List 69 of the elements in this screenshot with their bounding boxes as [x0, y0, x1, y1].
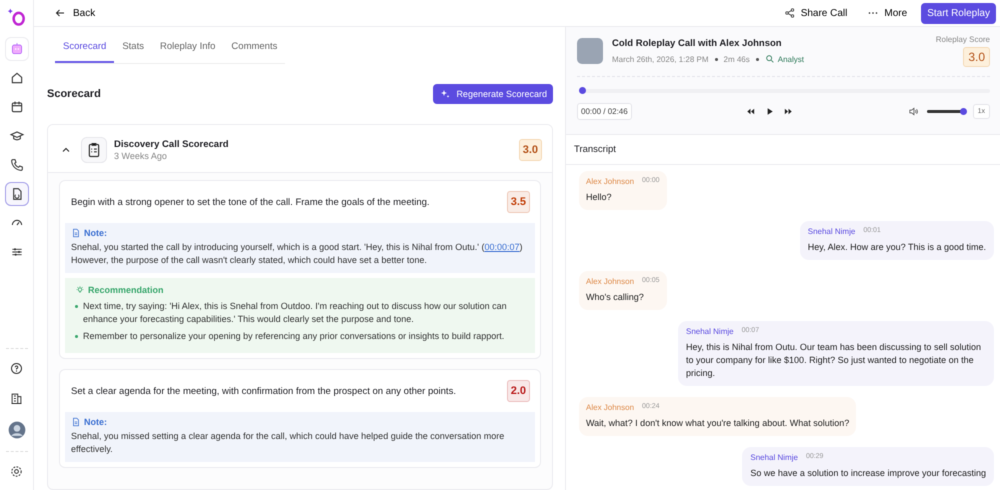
call-duration: 2m 46s: [724, 54, 750, 64]
more-button[interactable]: More: [861, 5, 914, 21]
share-icon: [784, 7, 796, 19]
score-badge: 3.5: [506, 191, 530, 213]
call-title: Cold Roleplay Call with Alex Johnson: [612, 38, 783, 49]
speaker-name: Snehal Nimje: [808, 227, 856, 236]
recommendation-text: Next time, try saying: 'Hi Alex, this is Snehal from Outdoo. I'm reaching out to discuss how our solution can enhance your forecasting capabilities.' This would clearly set the purpose and tone.: [83, 300, 508, 326]
building-icon[interactable]: [9, 391, 24, 406]
bullet-icon: [75, 335, 78, 338]
note-text: Snehal, you started the call by introducing yourself, which is a good start. 'Hey, this is Nihal from Outu.' (00:00:07) However, the purpose of the call wasn't clearly stated, which could have set a better tone.: [71, 241, 524, 267]
rewind-icon[interactable]: [745, 106, 756, 117]
recommendation-label: Recommendation: [88, 285, 164, 295]
score-badge: 3.0: [963, 47, 990, 67]
tab[interactable]: Roleplay Info: [152, 33, 224, 63]
note-label: Note:: [84, 228, 107, 238]
separator-dot-icon: [756, 58, 759, 60]
share-call-button[interactable]: Share Call: [778, 5, 854, 21]
recommendation-text: Remember to personalize your opening by referencing any prior conversations or insights to build rapport.: [83, 330, 504, 343]
document-icon: [71, 417, 81, 427]
message-text: Hello?: [586, 191, 613, 204]
roleplay-score-label: Roleplay Score: [936, 35, 990, 44]
note-text: Snehal, you missed setting a clear agenda for the call, which could have helped guide the conversation more effectively.: [71, 430, 506, 456]
back-arrow-icon: [54, 7, 66, 19]
criterion-text: Set a clear agenda for the meeting, with confirmation from the prospect on any other points.: [71, 386, 456, 396]
transcript-heading: Transcript: [566, 135, 1000, 165]
progress-thumb[interactable]: [579, 87, 586, 94]
speaker-name: Alex Johnson: [586, 277, 634, 286]
time-display: 00:00 / 02:46: [577, 103, 632, 120]
note-label: Note:: [84, 417, 107, 427]
message-text: Hey, this is Nihal from Outu. Our team has been discussing to sell solution to your company for like $100. Right? So just wanted to negotiate on the pricing.: [686, 341, 982, 380]
scorecard-title: Discovery Call Scorecard: [114, 139, 230, 150]
speaker-name: Alex Johnson: [586, 177, 634, 186]
fast-forward-icon[interactable]: [783, 106, 794, 117]
back-button[interactable]: Back: [52, 5, 98, 21]
message-text: Who's calling?: [586, 291, 645, 304]
bullet-icon: [75, 305, 78, 308]
sidebar-button[interactable]: [4, 182, 28, 206]
message-text: Wait, what? I don't know what you're talking about. What solution?: [586, 417, 850, 430]
score-badge: 2.0: [506, 380, 530, 402]
persona-label: Analyst: [778, 54, 804, 64]
start-roleplay-button[interactable]: Start Roleplay: [921, 2, 996, 24]
message-text: So we have a solution to increase improve your forecasting: [750, 467, 986, 480]
settings-icon[interactable]: [9, 464, 24, 479]
search-icon: [764, 54, 775, 64]
speaker-name: Alex Johnson: [586, 403, 634, 412]
criterion-text: Begin with a strong opener to set the tone of the call. Frame the goals of the meeting.: [71, 196, 430, 208]
tab[interactable]: Comments: [223, 33, 286, 63]
volume-icon[interactable]: [908, 106, 919, 117]
call-date: March 26th, 2026, 1:28 PM: [612, 54, 708, 64]
speaker-name: Snehal Nimje: [750, 453, 798, 462]
avatar-icon[interactable]: [6, 420, 26, 440]
scorecard-age: 3 Weeks Ago: [114, 151, 168, 161]
help-icon[interactable]: [9, 361, 24, 376]
tab[interactable]: Scorecard: [55, 33, 114, 63]
separator-dot-icon: [714, 58, 718, 60]
message-text: Hey, Alex. How are you? This is a good time.: [808, 241, 986, 254]
logo-icon: [6, 6, 26, 28]
photo-placeholder: [577, 38, 603, 64]
section-heading: Scorecard: [47, 88, 101, 100]
tab[interactable]: Stats: [114, 33, 152, 63]
document-icon: [71, 228, 81, 238]
clipboard-icon: [81, 137, 107, 163]
lightbulb-icon: [75, 285, 85, 295]
timestamp-link[interactable]: 00:00:07: [484, 242, 520, 252]
phone-icon: [8, 157, 24, 173]
regenerate-scorecard-button[interactable]: Regenerate Scorecard: [433, 84, 553, 104]
speaker-name: Snehal Nimje: [686, 327, 734, 336]
score-badge: 3.0: [518, 139, 542, 161]
sparkle-icon: [439, 88, 452, 100]
